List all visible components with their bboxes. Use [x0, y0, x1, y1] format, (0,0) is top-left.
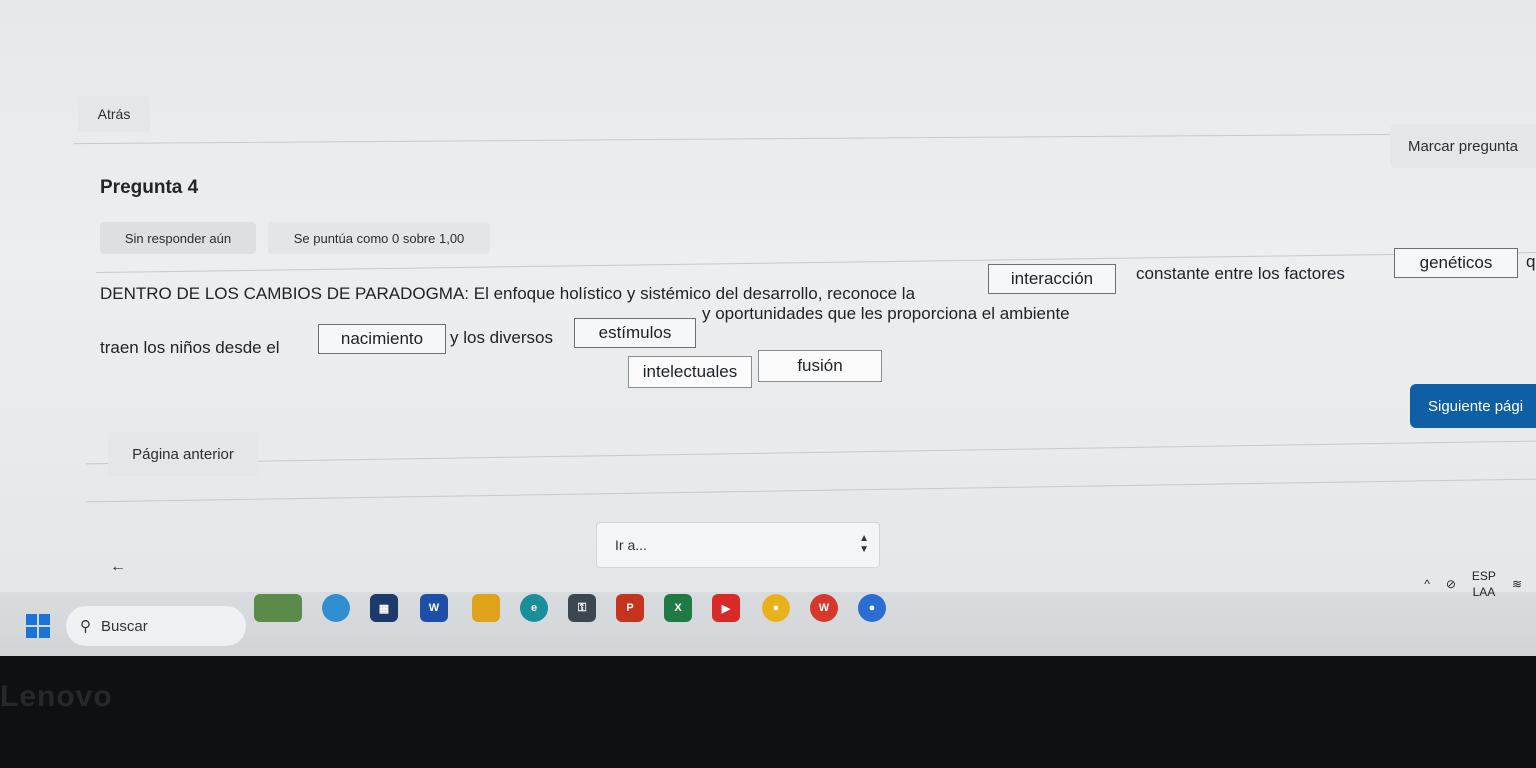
- taskbar-search[interactable]: ⚲ Buscar: [66, 606, 246, 646]
- chrome-profile-icon[interactable]: ●: [858, 594, 886, 622]
- system-tray: ^ ⊘ ESP LAA ≋: [1424, 564, 1536, 604]
- jump-to-label: Ir a...: [615, 537, 647, 553]
- search-label: Buscar: [101, 617, 148, 635]
- drop-zone-geneticos[interactable]: genéticos: [1394, 248, 1518, 278]
- arrow-left-icon[interactable]: ←: [110, 558, 126, 576]
- status-badge: Sin responder aún: [100, 222, 256, 254]
- wifi-icon[interactable]: ≋: [1512, 577, 1522, 591]
- word-icon[interactable]: W: [420, 594, 448, 622]
- browser-viewport: Atrás Marcar pregunta Pregunta 4 Sin res…: [0, 0, 1536, 656]
- notifications-off-icon[interactable]: ⊘: [1446, 577, 1456, 591]
- score-badge: Se puntúa como 0 sobre 1,00: [268, 222, 490, 254]
- language-code: ESP: [1471, 569, 1496, 583]
- chevron-up-icon[interactable]: ^: [1424, 577, 1430, 591]
- keys-icon[interactable]: ⚿: [568, 594, 596, 622]
- back-button[interactable]: Atrás: [78, 96, 150, 132]
- divider: [74, 132, 1536, 145]
- excel-icon[interactable]: X: [664, 594, 692, 622]
- search-icon: ⚲: [80, 618, 91, 635]
- divider: [86, 440, 1536, 465]
- store-icon[interactable]: ▦: [370, 594, 398, 622]
- jump-to-select[interactable]: Ir a... ▲ ▼: [596, 522, 880, 568]
- widget-icon[interactable]: [254, 594, 302, 622]
- question-text-segment: DENTRO DE LOS CAMBIOS DE PARADOGMA: El e…: [100, 284, 916, 303]
- laptop-brand-logo: Lenovo: [0, 680, 113, 713]
- taskbar: ⚲ Buscar ▦ W e ⚿ P X ▶ ● W ● ^ ⊘ ESP LAA…: [0, 569, 1536, 656]
- powerpoint-icon[interactable]: P: [616, 594, 644, 622]
- youtube-icon[interactable]: ▶: [712, 594, 740, 622]
- question-text-segment: q: [1526, 252, 1536, 271]
- keyboard-layout: LAA: [1472, 585, 1496, 599]
- question-text-segment: constante entre los factores: [1136, 264, 1345, 283]
- select-caret-icon: ▲ ▼: [859, 533, 869, 555]
- wps-icon[interactable]: W: [810, 594, 838, 622]
- divider: [86, 478, 1536, 503]
- language-indicator[interactable]: ESP LAA: [1472, 568, 1496, 600]
- drop-zone-estimulos[interactable]: estímulos: [574, 318, 696, 348]
- question-title: Pregunta 4: [100, 177, 199, 198]
- question-text-segment: y los diversos: [450, 328, 553, 347]
- windows-start-icon[interactable]: [26, 614, 50, 638]
- drag-option-intelectuales[interactable]: intelectuales: [628, 356, 752, 388]
- drop-zone-interaccion[interactable]: interacción: [988, 264, 1116, 294]
- file-explorer-icon[interactable]: [472, 594, 500, 622]
- drop-zone-nacimiento[interactable]: nacimiento: [318, 324, 446, 354]
- question-text-segment: traen los niños desde el: [100, 338, 280, 357]
- mark-question-button[interactable]: Marcar pregunta: [1390, 124, 1536, 168]
- next-page-button[interactable]: Siguiente pági: [1410, 384, 1536, 428]
- drag-option-fusion[interactable]: fusión: [758, 350, 882, 382]
- copilot-icon[interactable]: [322, 594, 350, 622]
- chrome-icon[interactable]: ●: [762, 594, 790, 622]
- question-text-segment: y oportunidades que les proporciona el a…: [702, 304, 1070, 323]
- previous-page-button[interactable]: Página anterior: [108, 432, 258, 476]
- edge-icon[interactable]: e: [520, 594, 548, 622]
